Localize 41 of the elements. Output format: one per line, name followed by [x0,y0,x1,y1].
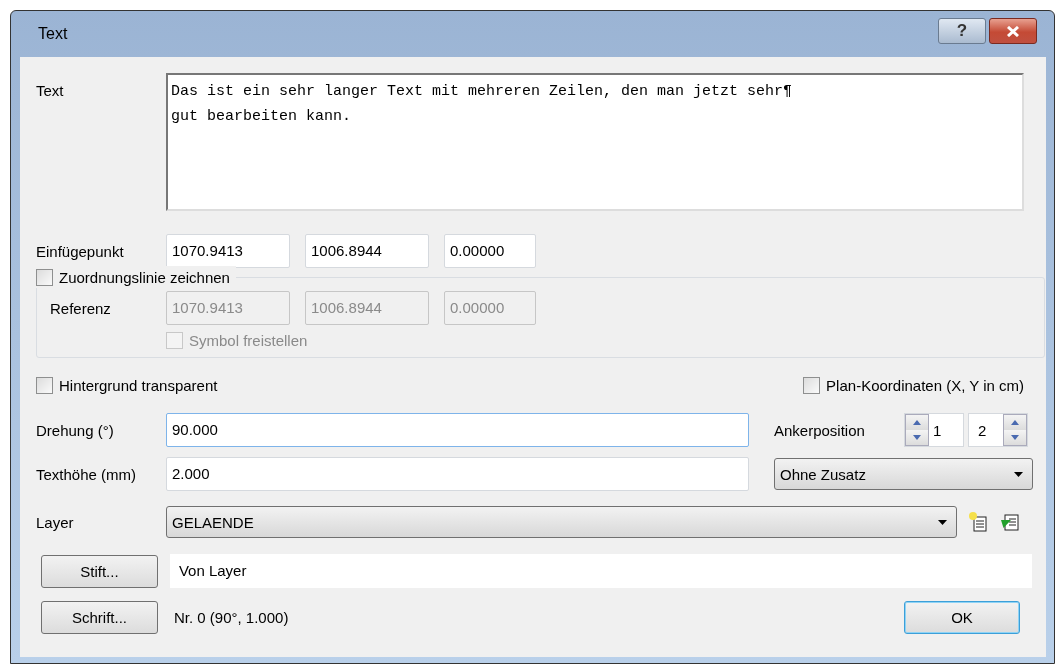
ok-button[interactable]: OK [904,600,1020,634]
checkbox-label: Plan-Koordinaten (X, Y in cm) [826,376,1024,394]
text-area[interactable]: Das ist ein sehr langer Text mit mehreren Zeilen, den man jetzt sehr¶ gut bearbeiten kann. [166,73,1024,211]
close-icon [1006,25,1020,37]
up-arrow-icon[interactable] [1011,420,1019,425]
addition-dropdown[interactable]: Ohne Zusatz [774,458,1033,490]
field-label: Text [36,82,65,99]
checkbox-label: Symbol freistellen [189,331,308,349]
help-button[interactable]: ? [938,18,986,44]
pen-button[interactable]: Stift... [41,554,158,588]
coordinate-field[interactable]: 0.00000 [444,234,536,268]
layer-dropdown[interactable]: GELAENDE [166,506,957,538]
checkbox-label: Hintergrund transparent [59,376,218,394]
coordinate-field[interactable]: 1070.9413 [166,234,290,268]
new-layer-icon[interactable] [967,511,989,533]
window-title: Text [38,25,68,43]
down-arrow-icon[interactable] [1011,435,1019,440]
font-button[interactable]: Schrift... [41,600,158,634]
checkbox[interactable] [36,268,53,286]
dropdown-arrow-icon [938,519,947,525]
field-label: Layer [36,513,75,531]
field-label: Referenz [50,299,112,317]
checkbox[interactable] [36,376,53,394]
field-label: Texthöhe (mm) [36,465,138,483]
field-label: Ankerposition [774,421,866,439]
dropdown-arrow-icon [1014,471,1023,477]
down-arrow-icon[interactable] [913,435,921,440]
rotation-field[interactable]: 90.000 [166,413,749,447]
field-label: Einfügepunkt [36,242,125,260]
spin-box[interactable]: 2 [968,413,1028,447]
checkbox-label: Zuordnungslinie zeichnen [59,268,230,286]
import-layer-icon[interactable] [999,511,1021,533]
close-button[interactable] [989,18,1037,44]
up-arrow-icon[interactable] [913,420,921,425]
font-value: Nr. 0 (90°, 1.000) [173,608,289,626]
coordinate-field[interactable]: 1006.8944 [305,234,429,268]
text-height-field[interactable]: 2.000 [166,457,749,491]
field-label: Drehung (°) [36,421,115,439]
pen-value-field: Von Layer [169,554,1032,588]
checkbox[interactable] [803,376,821,394]
spin-box[interactable]: 1 [904,413,964,447]
